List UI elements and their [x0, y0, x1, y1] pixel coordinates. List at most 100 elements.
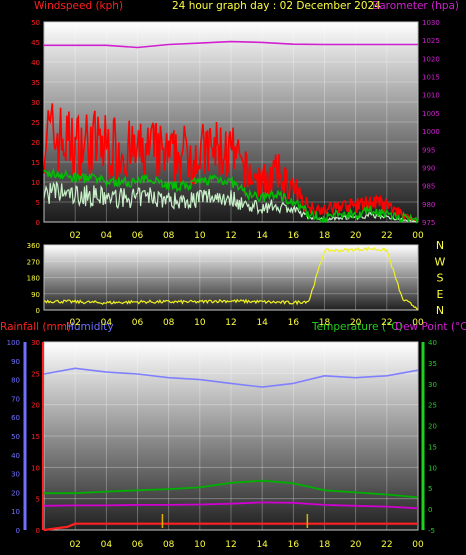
barometer-ytick-label: 1020: [422, 55, 440, 63]
humidity-ytick-label: 0: [16, 527, 20, 535]
humidity-ytick-label: 20: [11, 489, 20, 497]
compass-label: N: [436, 304, 444, 317]
wind-panel-xtick-label: 16: [288, 231, 300, 241]
temperature-panel-xtick-label: 14: [256, 540, 268, 550]
wind-ytick-label: 30: [31, 99, 40, 107]
compass-label: W: [435, 255, 446, 268]
barometer-axis-title: Barometer (hpa): [372, 0, 459, 12]
wind-panel-xtick-label: 00: [412, 231, 424, 241]
temperature-panel-xtick-label: 20: [350, 540, 362, 550]
temperature-ytick-label: 25: [428, 402, 437, 410]
barometer-ytick-label: 1000: [422, 128, 440, 136]
direction-panel-xtick-label: 16: [288, 318, 300, 328]
temperature-panel-xtick-label: 04: [101, 540, 113, 550]
direction-panel-xtick-label: 20: [350, 318, 362, 328]
direction-panel-xtick-label: 14: [256, 318, 268, 328]
direction-ytick-label: 270: [27, 258, 40, 266]
wind-panel-xtick-label: 10: [194, 231, 206, 241]
temperature-panel-xtick-label: 22: [381, 540, 392, 550]
rainfall-ytick-label: 25: [31, 370, 40, 378]
temperature-ytick-label: 20: [428, 423, 437, 431]
dewpoint-axis-title: Dew Point (°C): [395, 321, 466, 333]
direction-panel-xtick-label: 12: [225, 318, 236, 328]
wind-ytick-label: 20: [31, 139, 40, 147]
direction-panel-xtick-label: 00: [412, 318, 424, 328]
humidity-ytick-label: 70: [11, 395, 20, 403]
temperature-ytick-label: -5: [428, 527, 435, 535]
temperature-panel-xtick-label: 06: [132, 540, 144, 550]
temperature-ytick-label: 5: [428, 485, 432, 493]
humidity-ytick-label: 30: [11, 471, 20, 479]
wind-panel-xtick-label: 12: [225, 231, 236, 241]
temperature-panel-xtick-label: 10: [194, 540, 206, 550]
temperature-ytick-label: 40: [428, 339, 437, 347]
wind-panel-xtick-label: 02: [69, 231, 80, 241]
humidity-ytick-label: 100: [7, 339, 20, 347]
rainfall-ytick-label: 15: [31, 433, 40, 441]
wind-ytick-label: 50: [31, 19, 40, 27]
wind-ytick-label: 25: [31, 119, 40, 127]
temperature-ytick-label: 35: [428, 360, 437, 368]
barometer-ytick-label: 1030: [422, 19, 440, 27]
weather-graph: Windspeed (kph) 24 hour graph day : 02 D…: [0, 0, 466, 555]
barometer-ytick-label: 1015: [422, 74, 440, 82]
direction-panel-xtick-label: 02: [69, 318, 80, 328]
direction-ytick-label: 180: [27, 275, 40, 283]
compass-label: N: [436, 239, 444, 252]
barometer-ytick-label: 990: [422, 164, 435, 172]
direction-panel-xtick-label: 04: [101, 318, 113, 328]
humidity-ytick-label: 50: [11, 433, 20, 441]
temperature-ytick-label: 30: [428, 381, 437, 389]
barometer-ytick-label: 985: [422, 183, 435, 191]
wind-ytick-label: 35: [31, 79, 40, 87]
barometer-ytick-label: 995: [422, 146, 435, 154]
humidity-ytick-label: 90: [11, 358, 20, 366]
temperature-panel-xtick-label: 16: [288, 540, 300, 550]
temperature-panel-xtick-label: 02: [69, 540, 80, 550]
barometer-ytick-label: 975: [422, 219, 435, 227]
humidity-ytick-label: 80: [11, 377, 20, 385]
rainfall-ytick-label: 5: [36, 496, 40, 504]
temperature-panel-xtick-label: 08: [163, 540, 175, 550]
temperature-ytick-label: 15: [428, 443, 437, 451]
compass-label: E: [437, 288, 444, 301]
direction-ytick-label: 360: [27, 242, 40, 250]
direction-ytick-label: 0: [36, 307, 40, 315]
wind-panel-xtick-label: 08: [163, 231, 175, 241]
humidity-ytick-label: 40: [11, 452, 20, 460]
rainfall-ytick-label: 0: [36, 527, 40, 535]
temperature-panel-xtick-label: 18: [319, 540, 331, 550]
barometer-ytick-label: 980: [422, 201, 435, 209]
direction-panel-xtick-label: 08: [163, 318, 175, 328]
wind-panel-xtick-label: 06: [132, 231, 144, 241]
barometer-ytick-label: 1010: [422, 92, 440, 100]
wind-panel-xtick-label: 14: [256, 231, 268, 241]
wind-ytick-label: 5: [36, 199, 40, 207]
direction-panel-xtick-label: 06: [132, 318, 144, 328]
compass-label: S: [437, 272, 444, 285]
wind-ytick-label: 10: [31, 179, 40, 187]
weather-chart-svg: Windspeed (kph) 24 hour graph day : 02 D…: [0, 0, 466, 550]
temperature-ytick-label: 0: [428, 506, 432, 514]
rainfall-axis-title: Rainfall (mm): [0, 321, 71, 333]
temperature-panel-xtick-label: 00: [412, 540, 424, 550]
humidity-ytick-label: 60: [11, 414, 20, 422]
wind-ytick-label: 0: [36, 219, 40, 227]
direction-panel-xtick-label: 22: [381, 318, 392, 328]
wind-ytick-label: 40: [31, 59, 40, 67]
rainfall-ytick-label: 10: [31, 464, 40, 472]
temperature-panel-xtick-label: 12: [225, 540, 236, 550]
wind-ytick-label: 15: [31, 159, 40, 167]
temperature-ytick-label: 10: [428, 464, 437, 472]
direction-panel-xtick-label: 10: [194, 318, 206, 328]
humidity-ytick-label: 10: [11, 508, 20, 516]
wind-panel-xtick-label: 18: [319, 231, 331, 241]
wind-panel-xtick-label: 20: [350, 231, 362, 241]
direction-ytick-label: 90: [31, 291, 40, 299]
rainfall-ytick-label: 30: [31, 339, 40, 347]
wind-panel-xtick-label: 04: [101, 231, 113, 241]
wind-axis-title: Windspeed (kph): [34, 0, 123, 12]
wind-ytick-label: 45: [31, 39, 40, 47]
wind-panel-xtick-label: 22: [381, 231, 392, 241]
rainfall-ytick-label: 20: [31, 402, 40, 410]
